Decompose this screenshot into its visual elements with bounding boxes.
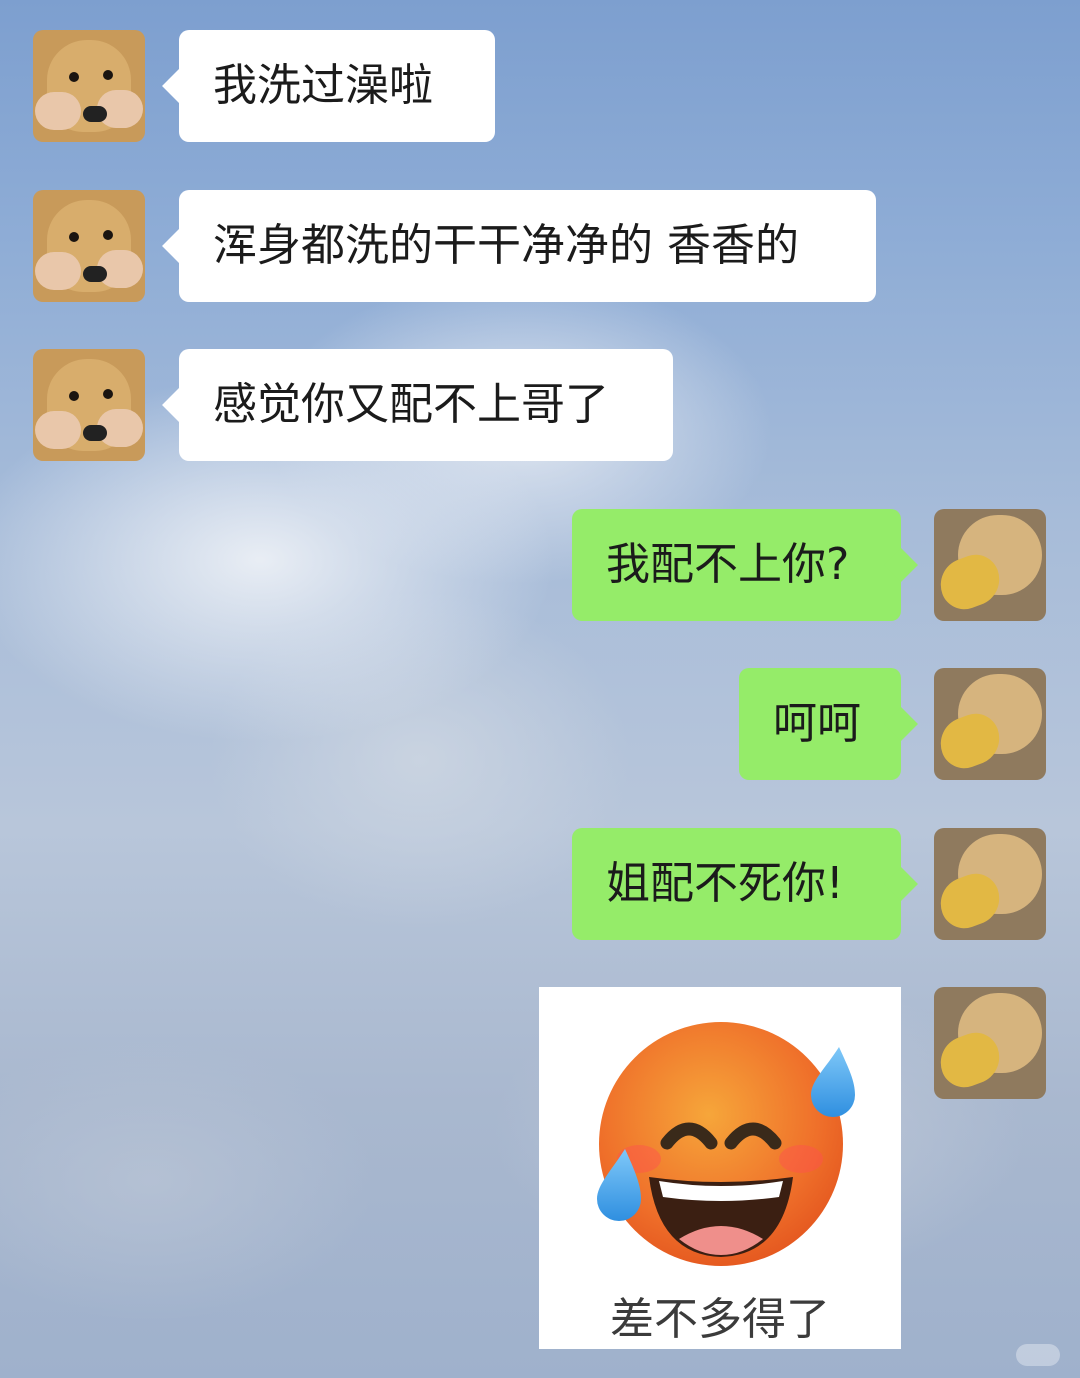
my-avatar[interactable] — [934, 509, 1046, 621]
message-text: 浑身都洗的干干净净的 香香的 — [213, 220, 799, 271]
hand-icon — [35, 411, 81, 449]
message-text: 姐配不死你! — [606, 858, 844, 909]
dog-eye-icon — [69, 391, 79, 401]
message-text: 呵呵 — [773, 698, 861, 749]
dog-eye-icon — [69, 72, 79, 82]
friend-avatar[interactable] — [33, 349, 145, 461]
dog-eye-icon — [69, 232, 79, 242]
sticker-caption: 差不多得了 — [610, 1294, 830, 1345]
grinning-sweat-emoji-icon — [597, 1022, 855, 1266]
message-text: 感觉你又配不上哥了 — [213, 379, 609, 430]
hand-icon — [35, 252, 81, 290]
my-avatar[interactable] — [934, 828, 1046, 940]
dog-nose-icon — [83, 106, 107, 122]
dog-nose-icon — [83, 425, 107, 441]
message-text: 我配不上你? — [606, 539, 850, 590]
sticker-message[interactable]: 差不多得了 — [539, 987, 901, 1349]
message-bubble[interactable]: 呵呵 — [739, 668, 901, 780]
message-text: 我洗过澡啦 — [213, 60, 433, 111]
message-bubble[interactable]: 浑身都洗的干干净净的 香香的 — [179, 190, 876, 302]
watermark-badge — [1016, 1344, 1060, 1366]
my-avatar[interactable] — [934, 668, 1046, 780]
dog-eye-icon — [103, 230, 113, 240]
dog-eye-icon — [103, 70, 113, 80]
hand-icon — [35, 92, 81, 130]
friend-avatar[interactable] — [33, 190, 145, 302]
dog-eye-icon — [103, 389, 113, 399]
my-avatar[interactable] — [934, 987, 1046, 1099]
message-bubble[interactable]: 姐配不死你! — [572, 828, 901, 940]
message-bubble[interactable]: 我配不上你? — [572, 509, 901, 621]
message-bubble[interactable]: 我洗过澡啦 — [179, 30, 495, 142]
message-bubble[interactable]: 感觉你又配不上哥了 — [179, 349, 673, 461]
dog-nose-icon — [83, 266, 107, 282]
friend-avatar[interactable] — [33, 30, 145, 142]
